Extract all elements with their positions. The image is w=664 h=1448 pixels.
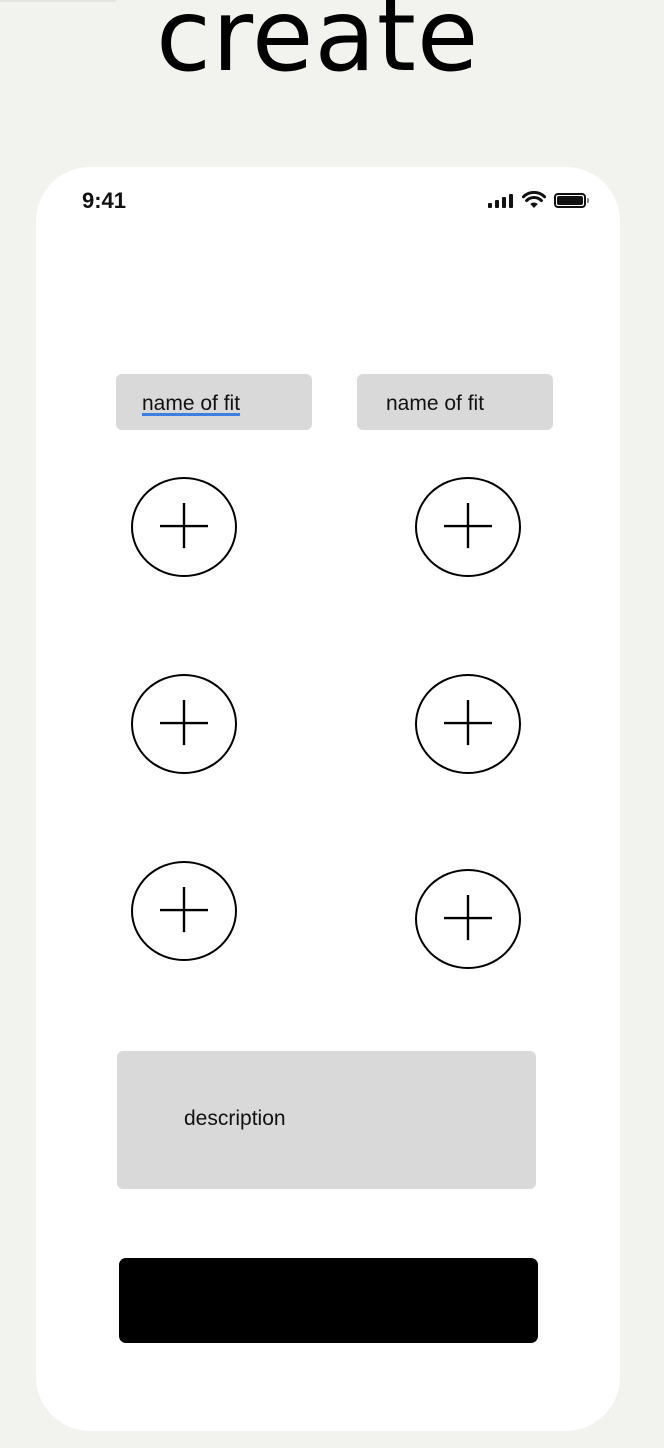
signal-icon <box>488 194 516 208</box>
fit-name-field-1[interactable]: name of fit <box>116 374 312 430</box>
phone-frame: 9:41 name of fit name of fit description <box>36 167 620 1431</box>
page-title: create <box>156 0 480 94</box>
plus-icon <box>444 700 492 746</box>
plus-icon <box>160 700 208 746</box>
add-item-button-4[interactable] <box>415 674 521 774</box>
add-item-button-2[interactable] <box>415 477 521 577</box>
fit-name-field-2[interactable]: name of fit <box>357 374 553 430</box>
plus-icon <box>444 503 492 549</box>
description-field[interactable]: description <box>117 1051 536 1189</box>
plus-icon <box>444 895 492 941</box>
fit-name-value-2: name of fit <box>386 392 485 415</box>
status-time: 9:41 <box>82 188 127 213</box>
battery-icon <box>554 193 589 208</box>
corner-tab <box>0 0 116 2</box>
submit-button[interactable] <box>119 1258 538 1343</box>
add-item-button-6[interactable] <box>415 869 521 969</box>
add-item-button-1[interactable] <box>131 477 237 577</box>
plus-icon <box>160 887 208 933</box>
fit-name-value-1: name of fit <box>142 392 241 415</box>
wifi-icon <box>521 190 547 209</box>
add-item-button-3[interactable] <box>131 674 237 774</box>
description-placeholder: description <box>184 1107 286 1130</box>
plus-icon <box>160 503 208 549</box>
status-icons <box>488 190 592 211</box>
add-item-button-5[interactable] <box>131 861 237 961</box>
